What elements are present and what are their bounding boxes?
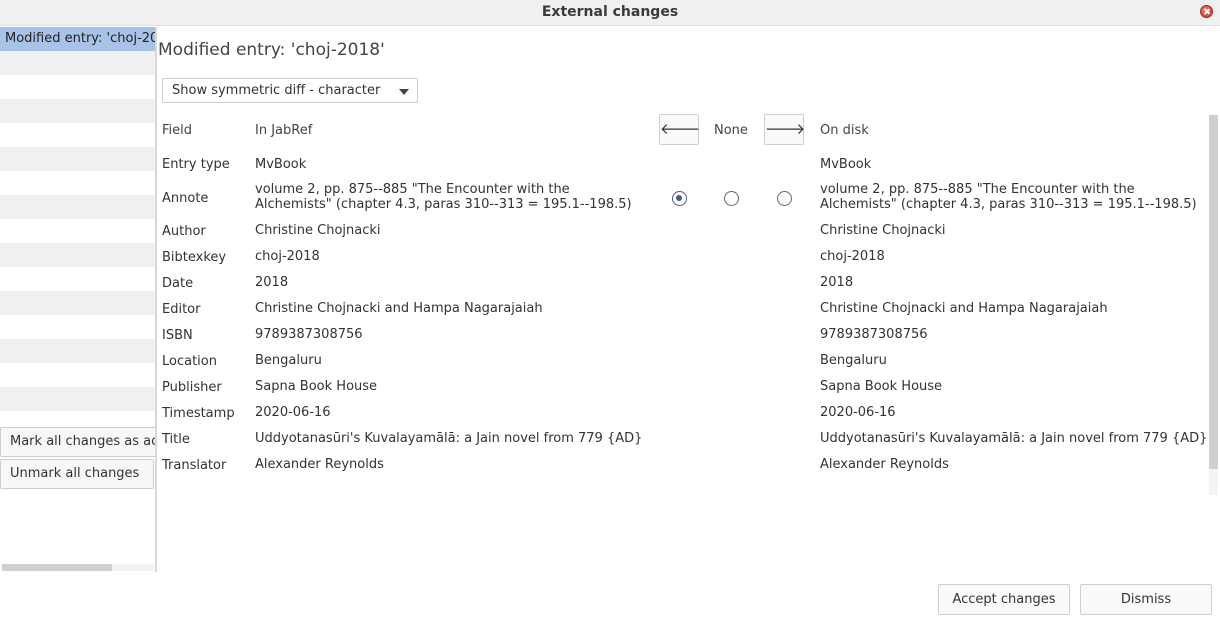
radio-use-none[interactable] — [724, 191, 739, 206]
change-detail-panel: Modified entry: 'choj-2018' Show symmetr… — [157, 27, 1220, 572]
jabref-value: 9789387308756 — [255, 327, 363, 342]
change-list-panel: Modified entry: 'choj-2018' Mark all cha… — [0, 27, 155, 572]
dismiss-button[interactable]: Dismiss — [1080, 584, 1212, 615]
radio-use-disk[interactable] — [777, 191, 792, 206]
field-label: Publisher — [162, 380, 222, 395]
disk-value: Sapna Book House — [820, 379, 943, 394]
window-title: External changes — [541, 4, 679, 20]
list-item-empty — [0, 315, 155, 339]
field-label: Title — [162, 432, 190, 447]
disk-value: choj-2018 — [820, 249, 885, 264]
disk-value: Alexander Reynolds — [820, 457, 949, 472]
jabref-value: Alexander Reynolds — [255, 457, 384, 472]
list-item-empty — [0, 171, 155, 195]
jabref-value: choj-2018 — [255, 249, 320, 264]
jabref-value: Christine Chojnacki — [255, 223, 381, 238]
disk-value: 9789387308756 — [820, 327, 928, 342]
jabref-value: Bengaluru — [255, 353, 322, 368]
entry-title: Modified entry: 'choj-2018' — [158, 40, 385, 60]
disk-value: Bengaluru — [820, 353, 887, 368]
list-item-empty — [0, 387, 155, 411]
field-label: Translator — [162, 458, 227, 473]
list-item-empty — [0, 51, 155, 75]
mark-all-changes-button[interactable]: Mark all changes as accepted — [0, 427, 155, 457]
list-item-empty — [0, 75, 155, 99]
header-field: Field — [162, 123, 193, 138]
list-item-empty — [0, 267, 155, 291]
list-item-empty — [0, 291, 155, 315]
jabref-value: Sapna Book House — [255, 379, 378, 394]
change-list[interactable]: Modified entry: 'choj-2018' — [0, 27, 155, 414]
field-label: ISBN — [162, 328, 193, 343]
header-in-jabref: In JabRef — [255, 123, 313, 138]
jabref-value: Uddyotanasūri's Kuvalayamālā: a Jain nov… — [255, 431, 643, 446]
field-label: Bibtexkey — [162, 250, 227, 265]
window-titlebar: External changes — [0, 0, 1220, 26]
scrollbar-thumb[interactable] — [1209, 115, 1218, 469]
field-label: Location — [162, 354, 217, 369]
jabref-value: 2018 — [255, 275, 289, 290]
field-label: Annote — [162, 191, 209, 206]
chevron-down-icon — [399, 89, 409, 95]
list-item-empty — [0, 243, 155, 267]
disk-value: MvBook — [820, 157, 872, 172]
jabref-value: 2020-06-16 — [255, 405, 331, 420]
arrow-right-icon: 🡒 — [765, 120, 806, 138]
list-item-empty — [0, 147, 155, 171]
disk-value: 2020-06-16 — [820, 405, 896, 420]
close-icon[interactable] — [1200, 5, 1213, 18]
list-item-empty — [0, 123, 155, 147]
disk-value: Christine Chojnacki — [820, 223, 946, 238]
list-item-empty — [0, 219, 155, 243]
diff-mode-select[interactable]: Show symmetric diff - character — [162, 78, 418, 103]
list-item-empty — [0, 99, 155, 123]
list-item[interactable]: Modified entry: 'choj-2018' — [0, 27, 155, 51]
disk-value: Uddyotanasūri's Kuvalayamālā: a Jain nov… — [820, 431, 1208, 446]
field-label: Timestamp — [162, 406, 235, 421]
field-label: Editor — [162, 302, 201, 317]
take-all-left-button[interactable]: 🡐 — [659, 114, 701, 145]
field-label: Date — [162, 276, 194, 291]
header-on-disk: On disk — [820, 123, 869, 138]
scrollbar-thumb[interactable] — [2, 564, 112, 571]
jabref-value: volume 2, pp. 875--885 "The Encounter wi… — [255, 182, 632, 212]
jabref-value: Christine Chojnacki and Hampa Nagarajaia… — [255, 301, 543, 316]
disk-value: Christine Chojnacki and Hampa Nagarajaia… — [820, 301, 1108, 316]
header-none: None — [714, 123, 748, 138]
table-vertical-scrollbar[interactable] — [1209, 115, 1218, 495]
jabref-value: MvBook — [255, 157, 307, 172]
field-label: Entry type — [162, 157, 230, 172]
disk-value: volume 2, pp. 875--885 "The Encounter wi… — [820, 182, 1197, 212]
radio-use-jabref[interactable] — [672, 191, 687, 206]
field-label: Author — [162, 224, 206, 239]
list-horizontal-scrollbar[interactable] — [2, 564, 154, 571]
list-item-empty — [0, 195, 155, 219]
list-item-empty — [0, 339, 155, 363]
diff-mode-value: Show symmetric diff - character — [172, 83, 381, 98]
arrow-left-icon: 🡐 — [660, 120, 701, 138]
disk-value: 2018 — [820, 275, 854, 290]
take-all-right-button[interactable]: 🡒 — [764, 114, 806, 145]
unmark-all-changes-button[interactable]: Unmark all changes — [0, 459, 154, 489]
accept-changes-button[interactable]: Accept changes — [938, 584, 1070, 615]
list-item-empty — [0, 363, 155, 387]
